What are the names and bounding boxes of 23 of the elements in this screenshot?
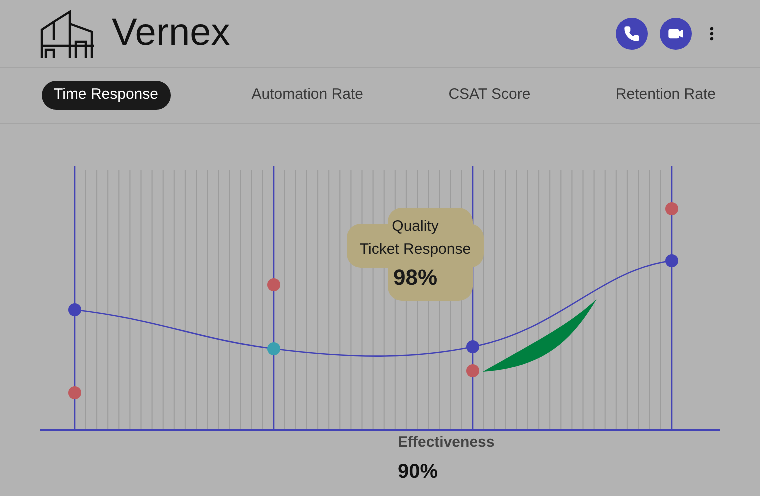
tab[interactable]: Time Response — [42, 81, 170, 110]
video-button[interactable] — [660, 18, 692, 50]
data-point — [268, 342, 280, 356]
tooltip-subtitle: Ticket Response — [360, 240, 472, 260]
summary-value: 90% — [398, 460, 438, 484]
tooltip-value: 98% — [393, 264, 438, 292]
phone-icon — [624, 26, 640, 42]
tooltip-title: Quality — [392, 216, 439, 236]
building-logo-icon — [40, 10, 96, 58]
app-title: Vernex — [112, 11, 230, 56]
data-point — [666, 202, 678, 216]
data-point — [666, 254, 678, 268]
tab[interactable]: CSAT Score — [444, 81, 535, 110]
call-button[interactable] — [616, 18, 648, 50]
data-point — [466, 340, 480, 354]
tab[interactable]: Automation Rate — [248, 81, 368, 110]
more-icon — [710, 26, 714, 40]
data-point — [466, 364, 480, 378]
summary-label: Effectiveness — [398, 433, 495, 453]
tab[interactable]: Retention Rate — [612, 81, 720, 110]
data-point — [268, 278, 280, 292]
data-point — [68, 304, 82, 316]
data-point — [68, 386, 82, 400]
